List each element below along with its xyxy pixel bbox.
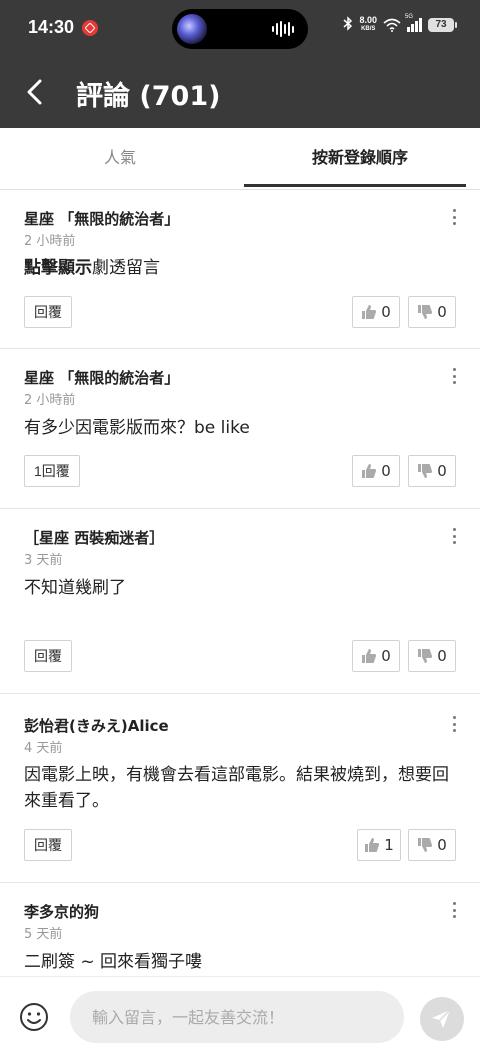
status-time: 14:30 [28,17,75,37]
bluetooth-icon [343,16,353,34]
page-title: 評論 (701) [76,81,221,112]
reply-button[interactable]: 回覆 [24,829,72,861]
network-speed-value: 8.00 [359,15,377,25]
chevron-left-icon [27,79,42,105]
comment-time: 2 小時前 [24,393,76,408]
like-count: 0 [381,462,391,480]
status-indicators: 8.00 KB/S 5G 73 [343,14,457,34]
more-vertical-icon[interactable] [448,206,460,228]
network-speed-unit: KB/S [361,26,376,32]
audio-wave-icon [272,21,294,37]
network-speed: 8.00 KB/S [359,16,377,34]
back-button[interactable] [20,74,56,110]
dynamic-island[interactable] [172,9,308,49]
reply-button[interactable]: 1回覆 [24,455,80,487]
comment-text: 因電影上映，有機會去看這部電影。結果被燒到，想要回來重看了。 [24,765,449,811]
thumbs-up-icon [362,464,377,478]
comment-text: 二刷簽 ~ 回來看獨子嘍 [24,952,203,972]
comment-author[interactable]: 星座 「無限的統治者」 [24,208,179,229]
media-artwork-icon [177,14,207,44]
comment-input-bar [0,976,480,1056]
comment-input[interactable] [70,991,404,1043]
like-button[interactable]: 1 [357,829,401,861]
comment-item: ［星座 西裝痴迷者］ 3 天前 不知道幾刷了 回覆 0 0 [0,509,480,694]
comment-item: 星座 「無限的統治者」 2 小時前 有多少因電影版而來？be like 1回覆 … [0,349,480,509]
comment-author[interactable]: 李多京的狗 [24,901,99,922]
like-button[interactable]: 0 [352,455,400,487]
comment-text: 不知道幾刷了 [24,578,126,598]
tab-popular[interactable]: 人氣 [0,128,240,189]
comment-item: 李多京的狗 5 天前 二刷簽 ~ 回來看獨子嘍 [0,883,480,976]
comment-author[interactable]: 彭怡君(きみえ)Alice [24,715,169,736]
like-button[interactable]: 0 [352,296,400,328]
smiley-icon [20,1003,48,1031]
comment-time: 3 天前 [24,553,63,568]
thumbs-up-icon [362,649,377,663]
dislike-button[interactable]: 0 [408,829,456,861]
wifi-icon [383,18,401,32]
comment-time: 5 天前 [24,927,63,942]
more-vertical-icon[interactable] [448,525,460,547]
comment-item: 彭怡君(きみえ)Alice 4 天前 因電影上映，有機會去看這部電影。結果被燒到… [0,694,480,883]
comment-item: 星座 「無限的統治者」 2 小時前 點擊顯示劇透留言 回覆 0 0 [0,190,480,349]
reply-button[interactable]: 回覆 [24,296,72,328]
thumbs-up-icon [362,305,377,319]
tab-newest[interactable]: 按新登錄順序 [240,128,480,189]
reply-button[interactable]: 回覆 [24,640,72,672]
send-icon [432,1009,451,1028]
battery-icon: 73 [428,18,457,32]
status-bar: 14:30 8.00 KB/S 5G 73 [0,0,480,56]
sort-tabs: 人氣 按新登錄順序 [0,128,480,190]
dislike-button[interactable]: 0 [408,640,456,672]
dislike-count: 0 [437,303,447,321]
cell-signal-icon: 5G [405,14,422,32]
comment-time: 2 小時前 [24,234,76,249]
dislike-button[interactable]: 0 [408,296,456,328]
more-vertical-icon[interactable] [448,713,460,735]
like-button[interactable]: 0 [352,640,400,672]
thumbs-down-icon [418,464,433,478]
signal-type-label: 5G [405,14,414,20]
comment-author[interactable]: 星座 「無限的統治者」 [24,367,179,388]
comment-text: 點擊顯示劇透留言 [24,255,464,281]
dislike-count: 0 [437,836,447,854]
like-count: 0 [381,647,391,665]
more-vertical-icon[interactable] [448,899,460,921]
comment-text: 有多少因電影版而來？be like [24,418,250,438]
thumbs-up-icon [365,838,380,852]
app-header: 評論 (701) [0,56,480,128]
spoiler-reveal-link[interactable]: 點擊顯示 [24,258,92,278]
dislike-count: 0 [437,647,447,665]
dislike-button[interactable]: 0 [408,455,456,487]
comment-author[interactable]: ［星座 西裝痴迷者］ [24,527,164,548]
comment-time: 4 天前 [24,741,63,756]
like-count: 0 [381,303,391,321]
thumbs-down-icon [418,649,433,663]
thumbs-down-icon [418,838,433,852]
emoji-button[interactable] [18,1001,50,1033]
spoiler-label: 劇透留言 [92,258,160,278]
send-button[interactable] [420,997,464,1041]
dislike-count: 0 [437,462,447,480]
notification-app-icon [82,20,98,36]
more-vertical-icon[interactable] [448,365,460,387]
like-count: 1 [384,836,394,854]
thumbs-down-icon [418,305,433,319]
